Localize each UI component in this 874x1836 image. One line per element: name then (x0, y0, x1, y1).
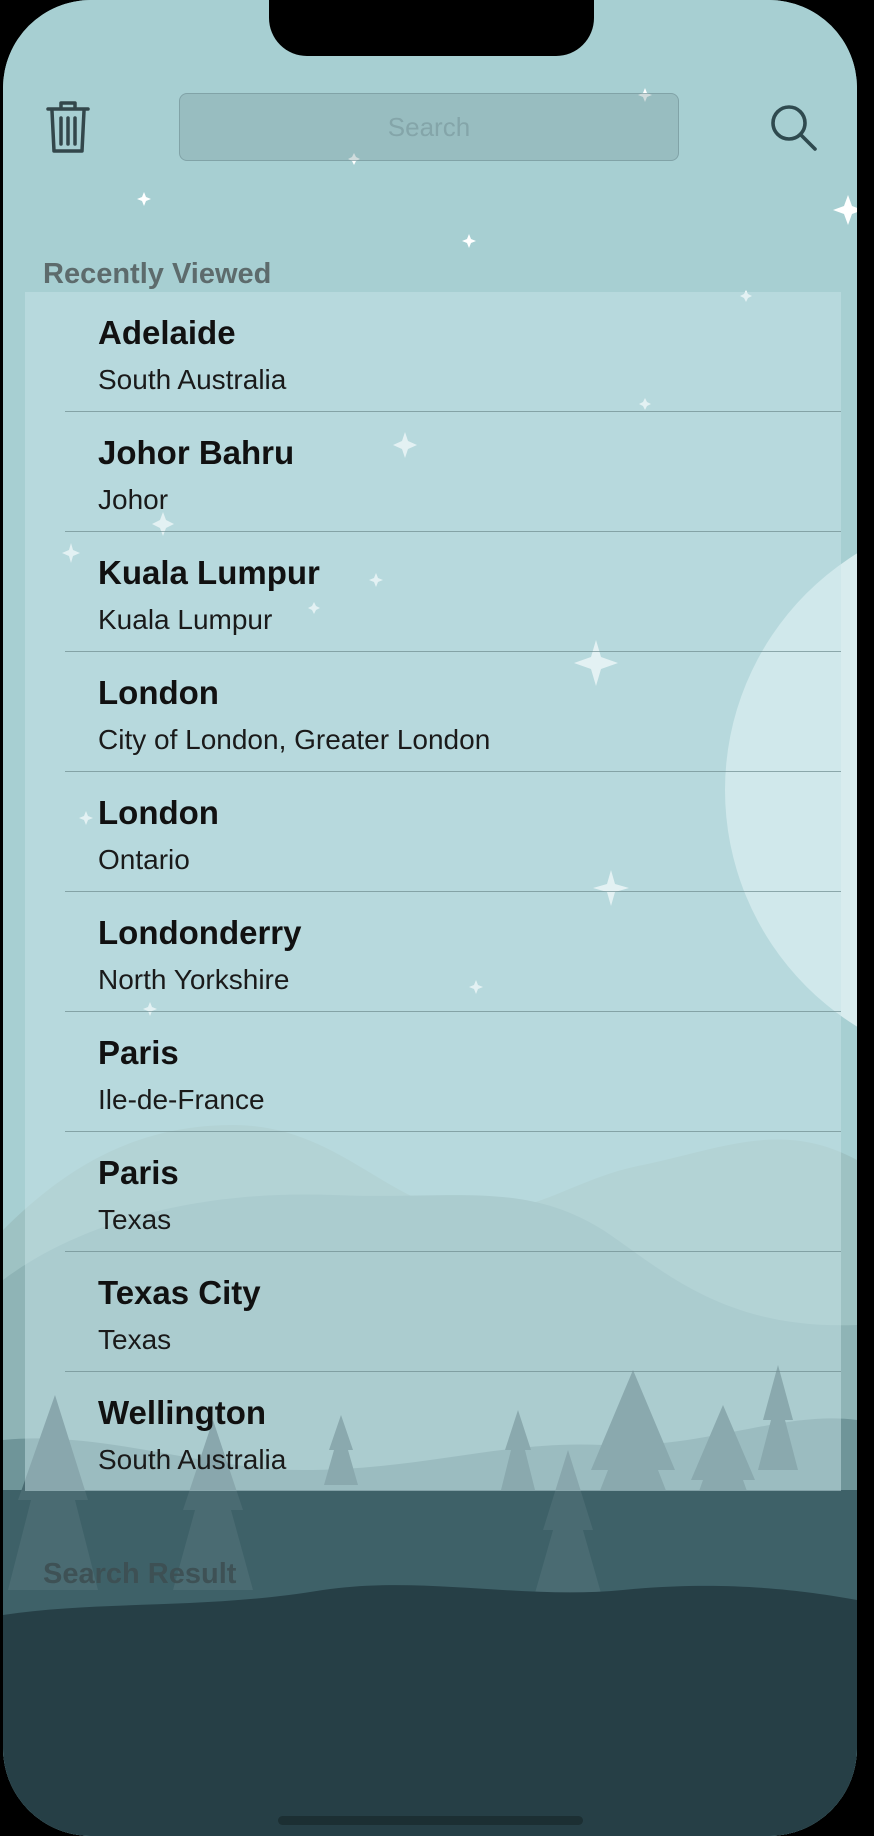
recently-viewed-heading: Recently Viewed (43, 258, 272, 290)
city-name: Adelaide (98, 314, 236, 351)
list-item[interactable]: London Ontario (25, 772, 841, 892)
search-input[interactable] (180, 94, 678, 160)
city-name: Texas City (98, 1274, 261, 1311)
recent-list: Adelaide South Australia Johor Bahru Joh… (25, 292, 841, 1491)
city-name: London (98, 674, 219, 711)
city-region: North Yorkshire (98, 964, 290, 995)
search-field (179, 93, 679, 161)
list-item[interactable]: Paris Texas (25, 1132, 841, 1252)
list-item[interactable]: Paris Ile-de-France (25, 1012, 841, 1132)
city-region: Ontario (98, 844, 190, 875)
device-notch (269, 0, 594, 56)
city-name: Paris (98, 1034, 179, 1071)
home-indicator[interactable] (278, 1816, 583, 1825)
city-name: London (98, 794, 219, 831)
city-region: South Australia (98, 1444, 287, 1475)
list-item[interactable]: Londonderry North Yorkshire (25, 892, 841, 1012)
search-icon (771, 105, 817, 151)
city-name: Londonderry (98, 914, 302, 951)
city-region: South Australia (98, 364, 287, 395)
list-item[interactable]: Wellington South Australia (25, 1372, 841, 1492)
city-name: Wellington (98, 1394, 267, 1431)
list-item[interactable]: Texas City Texas (25, 1252, 841, 1372)
search-result-heading: Search Result (43, 1558, 237, 1590)
city-region: Texas (98, 1204, 172, 1235)
list-item[interactable]: London City of London, Greater London (25, 652, 841, 772)
list-item[interactable]: Kuala Lumpur Kuala Lumpur (25, 532, 841, 652)
foreground-ground (3, 1585, 857, 1836)
phone-screen: Recently Viewed Adelaide South Australia… (3, 0, 857, 1836)
city-region: Ile-de-France (98, 1084, 265, 1115)
city-region: Kuala Lumpur (98, 604, 273, 635)
search-button[interactable] (769, 103, 819, 153)
city-name: Kuala Lumpur (98, 554, 320, 591)
city-name: Paris (98, 1154, 179, 1191)
city-region: City of London, Greater London (98, 724, 491, 755)
trash-icon (46, 101, 90, 153)
list-item[interactable]: Adelaide South Australia (25, 292, 841, 412)
city-name: Johor Bahru (98, 434, 295, 471)
city-region: Johor (98, 484, 169, 515)
city-region: Texas (98, 1324, 172, 1355)
list-item[interactable]: Johor Bahru Johor (25, 412, 841, 532)
clear-history-button[interactable] (45, 100, 91, 156)
